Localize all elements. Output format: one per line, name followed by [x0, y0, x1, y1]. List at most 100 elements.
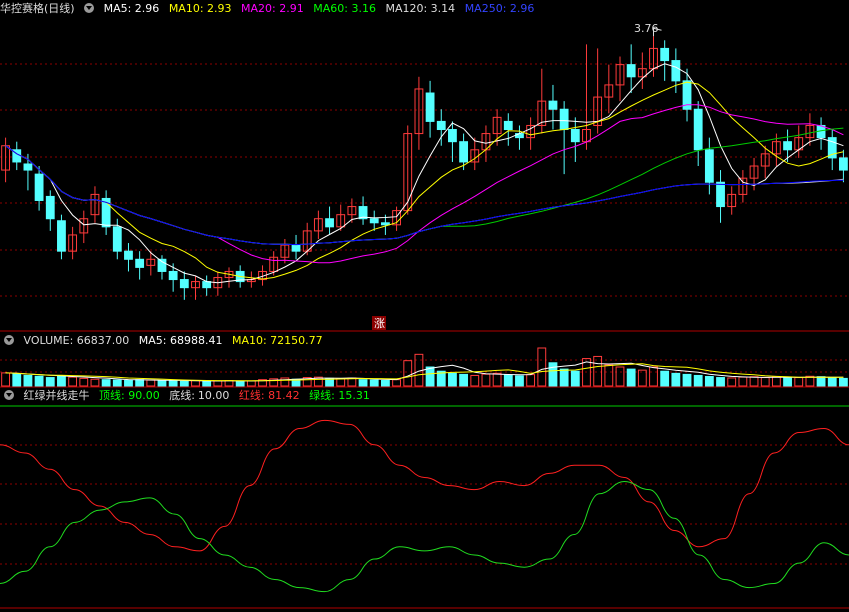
- volume-bar: [771, 376, 781, 387]
- candle-down: [168, 270, 178, 281]
- candle-down: [436, 120, 446, 131]
- candle-down: [45, 195, 55, 220]
- volume-bar: [135, 379, 145, 387]
- volume-bar: [425, 366, 435, 387]
- candle-down: [448, 129, 457, 143]
- volume-bar: [23, 374, 33, 387]
- candle-down: [34, 173, 44, 201]
- candle-down: [503, 120, 513, 131]
- volume-bar: [693, 374, 703, 387]
- candle-down: [626, 64, 636, 78]
- volume-bar: [794, 377, 804, 387]
- volume-bar: [839, 377, 848, 387]
- volume-bar: [146, 379, 156, 387]
- volume-bar: [626, 368, 636, 387]
- candle-down: [548, 100, 558, 110]
- volume-bar: [570, 370, 580, 387]
- volume-bar: [336, 378, 346, 387]
- indicator-lines: [0, 419, 849, 593]
- volume-bar: [704, 376, 714, 387]
- volume-bar: [90, 378, 100, 387]
- candle-down: [23, 163, 33, 171]
- volume-bar: [660, 370, 670, 387]
- candle-down: [459, 141, 469, 163]
- candle-down: [783, 141, 792, 151]
- volume-bar: [749, 376, 759, 387]
- candle-down: [291, 244, 301, 252]
- grid-lines: [0, 63, 849, 609]
- volume-bar: [526, 374, 536, 387]
- volume-bar: [481, 373, 491, 387]
- volume-bar: [235, 380, 245, 387]
- volume-bar: [470, 374, 480, 387]
- volume-bar: [179, 380, 189, 387]
- volume-bar: [12, 373, 22, 387]
- volume-bar: [213, 380, 223, 387]
- volume-bar: [369, 379, 379, 387]
- volume-bar: [716, 377, 725, 387]
- stock-chart: 3.76 涨: [0, 22, 849, 609]
- candle-down: [179, 279, 189, 289]
- volume-bar: [358, 379, 368, 387]
- up-marker: 涨: [374, 317, 385, 330]
- volume-bar: [112, 379, 122, 387]
- volume-bar: [168, 380, 178, 387]
- volume-bar: [816, 376, 826, 387]
- candlesticks: [1, 27, 848, 300]
- candle-down: [112, 226, 122, 252]
- volume-bar: [503, 374, 513, 387]
- volume-bar: [537, 347, 547, 387]
- ma10-line: [5, 81, 844, 280]
- volume-bar: [604, 364, 614, 387]
- candle-down: [425, 92, 435, 122]
- green-line: [0, 481, 849, 593]
- volume-bar: [515, 375, 524, 387]
- candle-down: [325, 218, 334, 228]
- volume-bar: [34, 375, 44, 387]
- candle-down: [839, 157, 848, 171]
- volume-bar: [548, 362, 558, 387]
- candle-down: [57, 220, 66, 252]
- volume-bar: [392, 379, 401, 387]
- volume-bar: [459, 373, 469, 387]
- volume-bar: [202, 380, 212, 387]
- volume-bar: [738, 376, 748, 387]
- candle-down: [124, 250, 133, 260]
- volume-bar: [380, 380, 390, 387]
- candle-down: [693, 108, 703, 151]
- candle-down: [559, 108, 569, 131]
- volume-bar: [727, 377, 737, 387]
- volume-bar: [593, 355, 603, 387]
- volume-bar: [492, 372, 502, 387]
- volume-bar: [124, 380, 133, 387]
- volume-bar: [157, 380, 167, 387]
- volume-bar: [246, 380, 256, 387]
- volume-bar: [68, 376, 78, 387]
- volume-bar: [783, 377, 792, 387]
- volume-bar: [57, 375, 66, 387]
- volume-bar: [671, 372, 681, 387]
- volume-bar: [403, 360, 413, 387]
- volume-bar: [1, 372, 10, 387]
- volume-bar: [101, 379, 111, 387]
- candle-down: [704, 149, 714, 183]
- volume-bar: [45, 377, 55, 387]
- volume-bar: [682, 373, 692, 387]
- volume-bar: [559, 368, 569, 387]
- candle-down: [716, 181, 725, 208]
- candle-down: [515, 133, 524, 139]
- candle-down: [202, 281, 212, 289]
- candle-down: [135, 258, 145, 268]
- high-price-annotation: 3.76: [634, 22, 659, 35]
- candle-down: [660, 47, 670, 62]
- volume-bars: [1, 347, 848, 387]
- candle-down: [570, 129, 580, 143]
- volume-bar: [615, 366, 625, 387]
- volume-bar: [637, 369, 647, 387]
- candle-down: [671, 60, 681, 82]
- volume-bar: [79, 377, 89, 387]
- volume-bar: [649, 366, 658, 387]
- red-line: [0, 419, 849, 552]
- volume-bar: [760, 377, 770, 387]
- candle-down: [380, 222, 390, 226]
